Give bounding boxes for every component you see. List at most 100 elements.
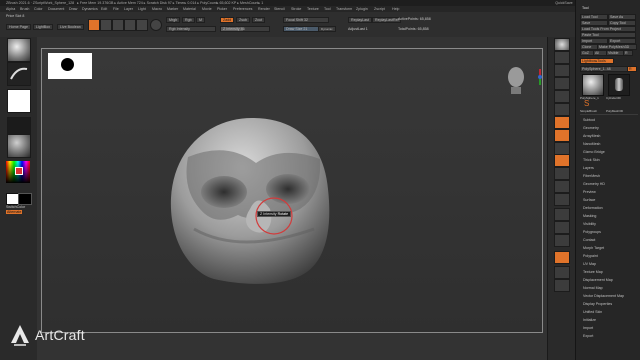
export-section[interactable]: Export [583,334,593,338]
geometry-section[interactable]: Geometry [583,126,599,130]
bpr-button[interactable] [554,38,570,51]
sculpt-viewport[interactable] [42,49,542,332]
brush-thumbnail[interactable] [7,38,31,62]
goz-button[interactable]: GoZ [580,50,594,56]
scroll-button[interactable] [554,64,570,77]
thick-skin-section[interactable]: Thick Skin [583,158,600,162]
menu-render[interactable]: Render [258,7,270,11]
surface-section[interactable]: Surface [583,198,595,202]
alternate-button[interactable]: Alternate [6,210,23,214]
live-boolean-button[interactable]: Live Boolean [57,24,84,30]
visible-button[interactable]: Visible [606,50,624,56]
edit-mode-button[interactable] [88,19,100,31]
replay-last-rel-button[interactable]: ReplayLastRel [372,17,402,23]
current-tool-slider[interactable]: PolySphere_1. 48 [580,66,628,72]
tool-thumb-cylinder[interactable] [608,74,630,96]
subtool-section[interactable]: Subtool [583,118,595,122]
initialize-section[interactable]: Initialize [583,318,596,322]
normal-map-section[interactable]: Normal Map [583,286,603,290]
menu-stroke[interactable]: Stroke [291,7,301,11]
zoom3d-button[interactable] [554,180,570,193]
r-button[interactable]: R [623,50,633,56]
gizmo-icon[interactable] [150,19,162,31]
tool-thumb-polysphere[interactable] [582,74,604,96]
layers-section[interactable]: Layers [583,166,594,170]
solo-button[interactable] [554,266,570,279]
transp-button[interactable] [554,234,570,247]
morph-target-section[interactable]: Morph Target [583,246,604,250]
polygroups-section[interactable]: Polygroups [583,230,601,234]
dynamic-button[interactable]: Dynamic [318,26,336,32]
visibility-section[interactable]: Visibility [583,222,596,226]
polyf-button[interactable] [554,221,570,234]
menu-tool[interactable]: Tool [324,7,331,11]
lightbox-button[interactable]: LightBox [33,24,53,30]
masking-section[interactable]: Masking [583,214,596,218]
ghost-button[interactable] [554,251,570,264]
aahalf-button[interactable] [554,103,570,116]
zoom-button[interactable] [554,77,570,90]
frame-button[interactable] [554,154,570,167]
gizmo-bridge-section[interactable]: Gizmo Bridge [583,150,605,154]
fibermesh-section[interactable]: FiberMesh [583,174,600,178]
menu-preferences[interactable]: Preferences [233,7,252,11]
document-canvas[interactable]: Z Intensity Rotate [41,48,543,333]
stroke-thumbnail[interactable] [7,62,31,86]
xpose-button[interactable] [554,279,570,292]
menu-transform[interactable]: Transform [336,7,352,11]
material-thumbnail[interactable] [7,134,31,158]
lightbox-tools-button[interactable]: Lightbox▸Tools [580,58,614,64]
orientation-gizmo[interactable] [508,67,542,94]
nanomesh-section[interactable]: NanoMesh [583,142,600,146]
zsub-button[interactable]: Zsub [236,17,250,23]
rgb-button[interactable]: Rgb [182,17,195,23]
arraymesh-section[interactable]: ArrayMesh [583,134,600,138]
preview-section[interactable]: Preview [583,190,596,194]
simplebrush-icon[interactable]: S [584,100,594,108]
zcut-button[interactable]: Zcut [252,17,265,23]
home-page-button[interactable]: Home Page [6,24,31,30]
rotate-button[interactable] [554,193,570,206]
display-properties-section[interactable]: Display Properties [583,302,612,306]
menu-stencil[interactable]: Stencil [274,7,285,11]
switch-color-label[interactable]: SwitchColor [6,205,25,209]
menu-edit[interactable]: Edit [101,7,107,11]
contact-section[interactable]: Contact [583,238,595,242]
menu-draw[interactable]: Draw [69,7,77,11]
menu-texture[interactable]: Texture [307,7,319,11]
draw-mode-button[interactable] [100,19,112,31]
spix-button[interactable] [554,51,570,64]
zadd-button[interactable]: Zadd [220,17,235,23]
z-intensity-slider[interactable]: Z Intensity 46 [220,26,270,32]
menu-marker[interactable]: Marker [167,7,178,11]
deformation-section[interactable]: Deformation [583,206,603,210]
menu-layer[interactable]: Layer [124,7,133,11]
menu-alpha[interactable]: Alpha [6,7,15,11]
menu-light[interactable]: Light [138,7,146,11]
menu-help[interactable]: Help [392,7,399,11]
persp-button[interactable] [554,116,570,129]
focal-shift-slider[interactable]: Focal Shift 32 [283,17,329,23]
menu-picker[interactable]: Picker [217,7,227,11]
menu-zplugin[interactable]: Zplugin [356,7,368,11]
menu-document[interactable]: Document [48,7,64,11]
uv-map-section[interactable]: UV Map [583,262,596,266]
import-section[interactable]: Import [583,326,593,330]
actual-button[interactable] [554,90,570,103]
menu-zscript[interactable]: Zscript [374,7,385,11]
floor-button[interactable] [554,129,570,142]
geometry-hd-section[interactable]: Geometry HD [583,182,605,186]
rgb-intensity-slider[interactable]: Rgb Intensity [166,26,216,32]
alpha-thumbnail[interactable] [7,89,31,113]
menu-macro[interactable]: Macro [152,7,162,11]
menu-file[interactable]: File [113,7,119,11]
menu-color[interactable]: Color [34,7,43,11]
menu-material[interactable]: Material [183,7,196,11]
unified-skin-section[interactable]: Unified Skin [583,310,602,314]
mrgb-button[interactable]: Mrgb [166,17,181,23]
adjust-last-label[interactable]: AdjustLast 1 [348,27,368,31]
all-button[interactable]: All [593,50,607,56]
move-button[interactable] [554,167,570,180]
move-mode-button[interactable] [112,19,124,31]
secondary-color-swatch[interactable] [18,193,32,205]
